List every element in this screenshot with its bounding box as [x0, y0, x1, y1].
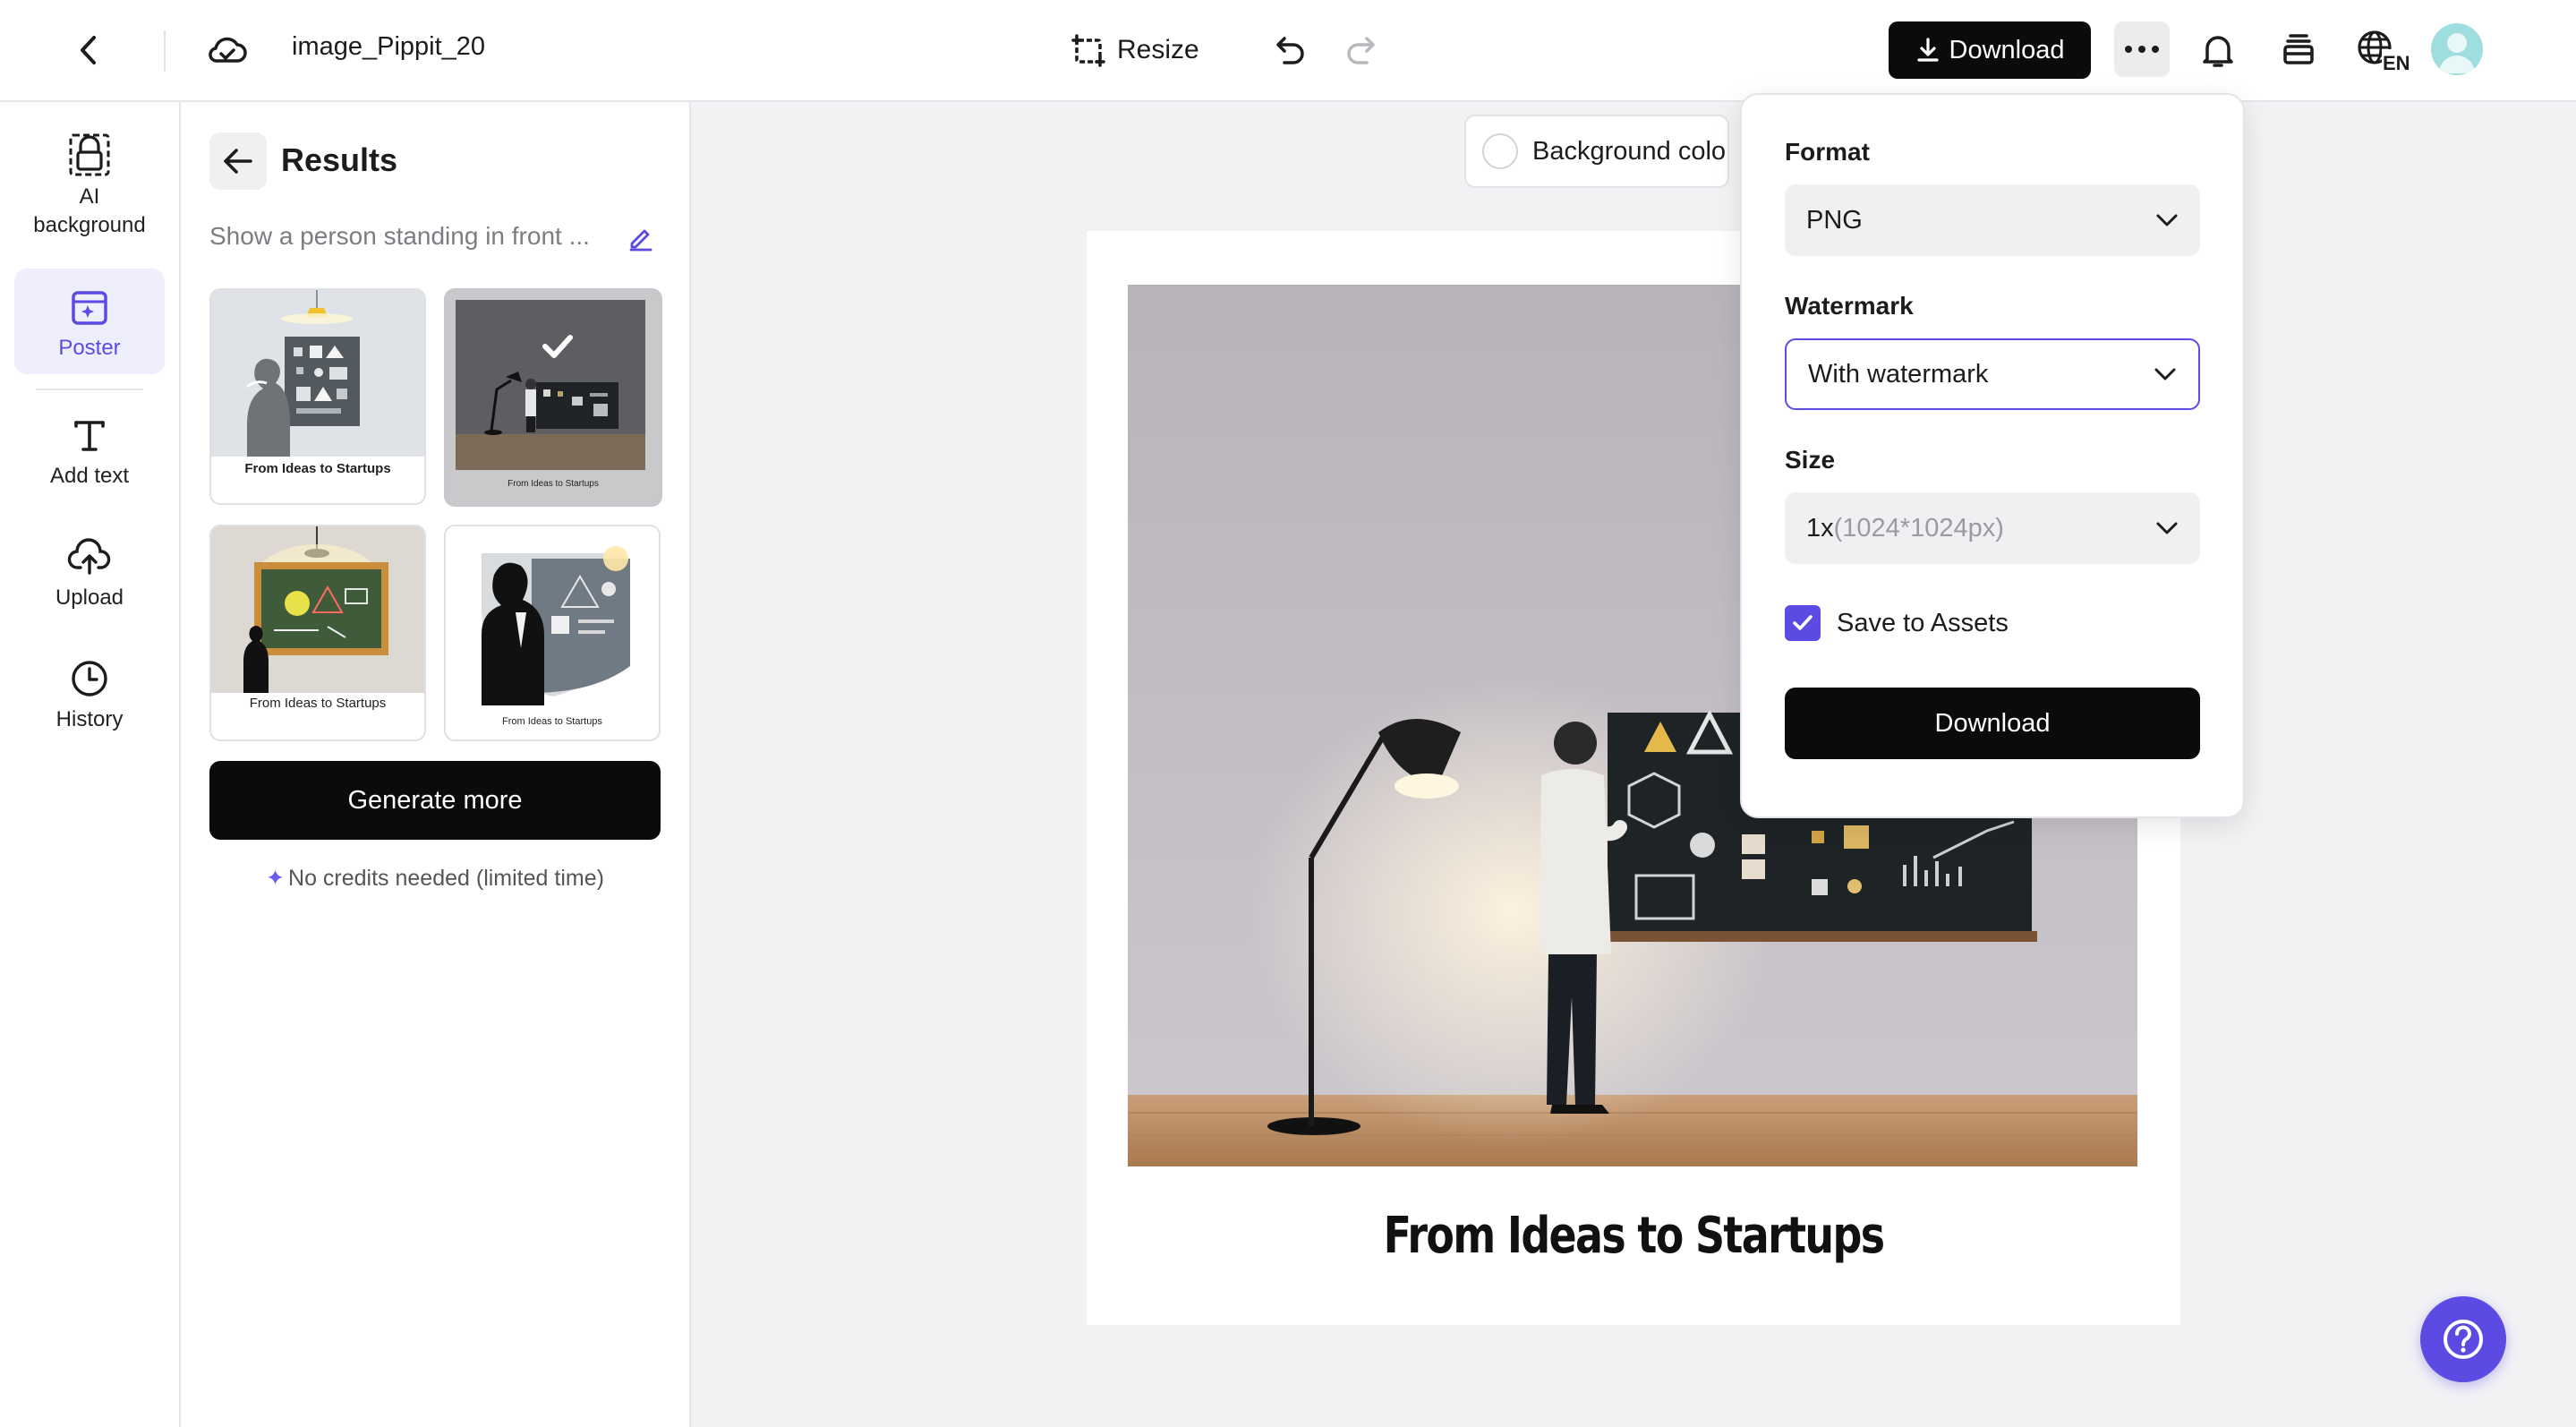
pencil-icon [629, 229, 653, 252]
resize-label: Resize [1117, 35, 1199, 64]
cloud-sync-icon [202, 25, 252, 75]
thumbnail-caption: From Ideas to Startups [249, 696, 387, 711]
thumbnail-caption: From Ideas to Startups [502, 716, 602, 727]
results-title: Results [281, 141, 398, 178]
rail-label-history: History [55, 707, 124, 731]
format-value: PNG [1806, 205, 1863, 235]
thumbnail-image [211, 290, 424, 457]
more-horizontal-icon [2125, 46, 2159, 53]
chevron-left-icon [81, 36, 96, 64]
top-bar: image_Pippit_20 Resize Download EN [0, 0, 2576, 102]
results-back-button[interactable] [209, 132, 267, 190]
download-icon [1916, 38, 1939, 62]
clock-icon [64, 654, 115, 704]
generate-more-button[interactable]: Generate more [209, 761, 661, 840]
size-select[interactable]: 1x (1024*1024px) [1785, 492, 2200, 564]
tool-rail: AI background Poster Add text Upload His… [0, 102, 181, 1427]
undo-button[interactable] [1266, 27, 1316, 73]
thumbnail-caption: From Ideas to Startups [508, 479, 599, 489]
poster-caption[interactable]: From Ideas to Startups [1185, 1207, 2082, 1265]
redo-icon [1347, 37, 1375, 64]
format-select[interactable]: PNG [1785, 184, 2200, 256]
rail-label-ai-background: AI background [33, 184, 146, 237]
rail-divider [36, 389, 143, 390]
credits-note-text: No credits needed (limited time) [288, 866, 604, 891]
result-thumbnail-4[interactable]: From Ideas to Startups [444, 525, 661, 741]
user-avatar[interactable] [2431, 23, 2483, 75]
file-name[interactable]: image_Pippit_20 [292, 32, 485, 62]
size-detail: (1024*1024px) [1833, 513, 2004, 543]
ai-background-icon [64, 129, 115, 179]
background-color-button[interactable]: Background color [1464, 115, 1729, 188]
rail-label-poster: Poster [58, 336, 121, 360]
rail-item-add-text[interactable]: Add text [14, 410, 165, 496]
format-label: Format [1785, 138, 1870, 166]
thumbnail-image [447, 291, 654, 499]
bell-icon [2203, 36, 2233, 67]
upload-cloud-icon [64, 532, 115, 582]
save-to-assets-checkbox[interactable]: Save to Assets [1785, 605, 2009, 641]
svg-text:EN: EN [2383, 52, 2410, 73]
color-swatch [1482, 133, 1518, 169]
divider [164, 30, 166, 72]
language-button[interactable]: EN [2354, 25, 2413, 75]
layers-icon [2283, 34, 2314, 64]
help-button[interactable] [2420, 1296, 2506, 1382]
confirm-download-button[interactable]: Download [1785, 688, 2200, 759]
text-icon [64, 410, 115, 460]
arrow-left-icon [224, 149, 252, 174]
assets-button[interactable] [2273, 25, 2324, 75]
watermark-label: Watermark [1785, 292, 1914, 320]
resize-button[interactable]: Resize [1070, 27, 1199, 73]
rail-item-poster[interactable]: Poster [14, 269, 165, 374]
results-panel: Results Show a person standing in front … [181, 102, 691, 1427]
result-thumbnail-3[interactable]: From Ideas to Startups [209, 525, 426, 741]
size-label: Size [1785, 446, 1836, 474]
download-settings-popover: Format PNG Watermark With watermark Size… [1740, 93, 2245, 818]
download-button[interactable]: Download [1889, 21, 2091, 79]
more-options-button[interactable] [2114, 21, 2170, 77]
help-icon [2444, 1320, 2483, 1359]
poster-icon [64, 282, 115, 332]
watermark-select[interactable]: With watermark [1785, 338, 2200, 410]
sparkle-icon: ✦ [266, 866, 286, 891]
globe-icon: EN [2358, 30, 2412, 73]
rail-item-history[interactable]: History [14, 654, 165, 739]
prompt-text: Show a person standing in front ... [209, 222, 590, 250]
thumbnail-caption: From Ideas to Startups [244, 461, 391, 476]
thumbnail-image [446, 526, 659, 705]
result-thumbnail-1[interactable]: From Ideas to Startups [209, 288, 426, 505]
credits-note: ✦ No credits needed (limited time) [209, 865, 661, 892]
resize-icon [1071, 34, 1105, 67]
rail-label-upload: Upload [55, 585, 124, 610]
save-to-assets-label: Save to Assets [1837, 608, 2009, 637]
redo-button[interactable] [1335, 27, 1386, 73]
rail-item-ai-background[interactable]: AI background [14, 129, 165, 242]
rail-item-upload[interactable]: Upload [14, 532, 165, 618]
watermark-value: With watermark [1808, 359, 1989, 389]
notifications-button[interactable] [2193, 25, 2243, 75]
thumbnail-image [211, 526, 424, 693]
edit-prompt-button[interactable] [623, 220, 659, 256]
rail-label-add-text: Add text [49, 464, 130, 488]
undo-icon [1276, 37, 1304, 64]
background-color-label: Background color [1532, 136, 1729, 166]
chevron-down-icon [2156, 214, 2178, 226]
download-label: Download [1949, 35, 2065, 64]
back-button[interactable] [64, 25, 115, 75]
result-thumbnail-2[interactable]: From Ideas to Startups [444, 288, 662, 507]
checkbox-checked-icon [1785, 605, 1821, 641]
chevron-down-icon [2154, 368, 2176, 380]
size-value: 1x [1806, 513, 1834, 543]
chevron-down-icon [2156, 522, 2178, 534]
